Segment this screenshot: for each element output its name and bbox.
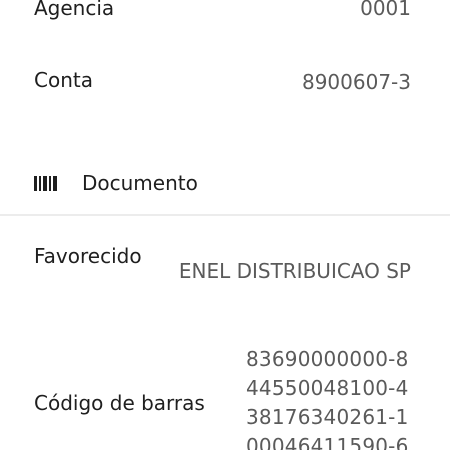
- codigo-barras-label: Código de barras: [34, 391, 205, 415]
- documento-section-header: Documento: [34, 169, 198, 197]
- codigo-barras-value[interactable]: 83690000000-844550048100-438176340261-10…: [246, 345, 416, 450]
- section-divider: [0, 214, 450, 216]
- conta-value: 8900607-3: [301, 70, 411, 94]
- favorecido-value: ENEL DISTRIBUICAO SP: [178, 259, 411, 283]
- agencia-value: 0001: [360, 0, 411, 20]
- conta-label: Conta: [34, 68, 93, 92]
- agencia-label: Agencia: [34, 0, 115, 20]
- favorecido-label: Favorecido: [34, 244, 142, 268]
- payment-receipt-screen: Agencia 0001 Conta 8900607-3 Documento F…: [0, 0, 450, 450]
- barcode-icon: [34, 175, 60, 191]
- documento-title: Documento: [82, 171, 198, 195]
